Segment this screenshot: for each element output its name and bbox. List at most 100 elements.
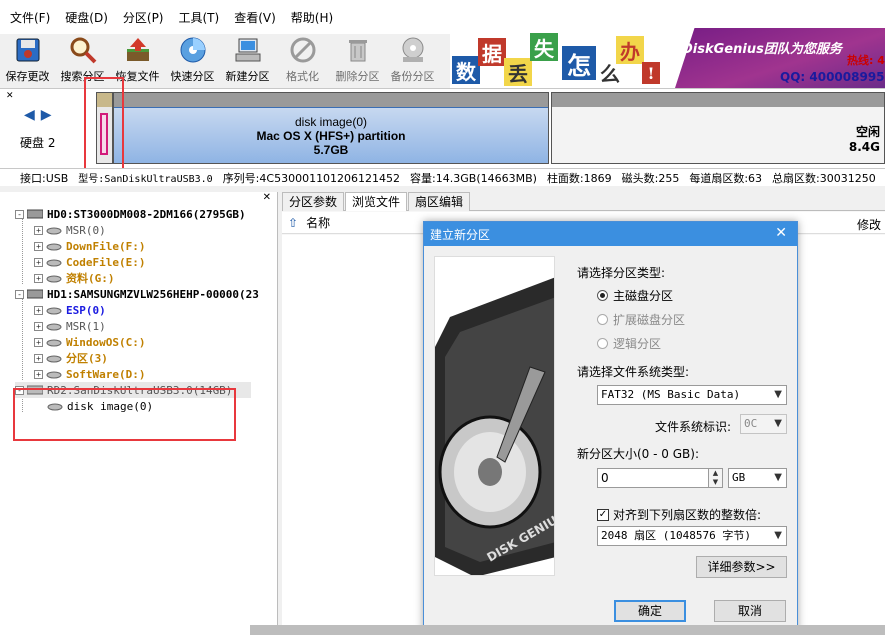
tab-sector-editor[interactable]: 扇区编辑	[408, 192, 471, 211]
info-sectors-per-track: 每道扇区数:63	[689, 171, 763, 185]
info-cylinders: 柱面数:1869	[546, 171, 612, 185]
banner-char-5: 怎	[562, 46, 596, 80]
expand-downfile-icon[interactable]: +	[34, 241, 43, 251]
save-changes-button[interactable]: 保存更改	[0, 34, 55, 88]
tree-node-msr1[interactable]: + MSR(1)	[34, 318, 106, 334]
partition-block-disk-image[interactable]: disk image(0) Mac OS X (HFS+) partition …	[113, 92, 549, 164]
chevron-down-icon: ▼	[774, 389, 782, 400]
tree-node-hd1[interactable]: - HD1:SAMSUNGMZVLW256HEHP-00000(23	[15, 286, 259, 302]
banner-char-8: !	[642, 62, 660, 84]
tree-node-codefile[interactable]: + CodeFile(E:)	[34, 254, 145, 270]
collapse-icon[interactable]: ✕	[6, 91, 14, 101]
free-space-block[interactable]: 空闲 8.4G	[551, 92, 885, 164]
format-label: 格式化	[286, 70, 319, 83]
disk-navigation-arrows[interactable]: ◀▶	[24, 107, 58, 123]
banner-char-2: 据	[478, 38, 506, 66]
hard-disk-icon	[27, 289, 43, 299]
banner-char-7: 办	[616, 36, 644, 64]
hard-disk-icon	[27, 209, 43, 219]
dialog-title-bar[interactable]: 建立新分区	[424, 222, 797, 246]
info-model: 型号:SanDiskUltraUSB3.0	[78, 174, 213, 185]
tree-node-downfile[interactable]: + DownFile(F:)	[34, 238, 145, 254]
tree-node-label: 分区(3)	[66, 352, 108, 365]
menu-help[interactable]: 帮助(H)	[291, 9, 333, 26]
tree-node-partition3[interactable]: + 分区(3)	[34, 350, 108, 366]
info-total-sectors: 总扇区数:30031250	[772, 171, 876, 185]
filesystem-id-select[interactable]: 0C ▼	[740, 414, 787, 434]
column-modified[interactable]: 修改	[857, 216, 881, 233]
recover-icon	[126, 38, 149, 61]
expand-msr0-icon[interactable]: +	[34, 225, 43, 235]
tree-node-label: MSR(1)	[66, 319, 106, 333]
info-capacity: 容量:14.3GB(14663MB)	[410, 171, 537, 185]
menu-partition[interactable]: 分区(P)	[123, 9, 164, 26]
tree-node-windowos[interactable]: + WindowOS(C:)	[34, 334, 145, 350]
quick-partition-button[interactable]: 快速分区	[165, 34, 220, 88]
tree-node-data[interactable]: + 资料(G:)	[34, 270, 115, 286]
save-icon	[16, 38, 39, 62]
menu-view[interactable]: 查看(V)	[234, 9, 276, 26]
tree-node-msr0[interactable]: + MSR(0)	[34, 222, 106, 238]
backup-partition-button[interactable]: 备份分区	[385, 34, 440, 88]
expand-software-icon[interactable]: +	[34, 369, 43, 379]
expand-partition3-icon[interactable]: +	[34, 353, 43, 363]
partition-icon	[46, 259, 62, 267]
annotation-highlight-box	[13, 388, 236, 441]
tree-node-hd0[interactable]: - HD0:ST3000DM008-2DM166(2795GB)	[15, 206, 246, 222]
align-sectors-checkbox[interactable]: ✓ 对齐到下列扇区数的整数倍:	[597, 506, 761, 523]
advertisement-banner[interactable]: 数 据 丢 失 怎 么 办 ! DiskGenius团队为您服务 热线: 400…	[450, 28, 885, 88]
horizontal-scrollbar[interactable]	[250, 625, 885, 635]
expand-windowos-icon[interactable]: +	[34, 337, 43, 347]
tree-node-software[interactable]: + SoftWare(D:)	[34, 366, 145, 382]
radio-primary-partition[interactable]: 主磁盘分区	[597, 287, 673, 304]
radio-logical-partition[interactable]: 逻辑分区	[597, 335, 661, 352]
cancel-button[interactable]: 取消	[714, 600, 786, 622]
ok-button[interactable]: 确定	[614, 600, 686, 622]
partition-icon	[46, 227, 62, 235]
tree-node-label: CodeFile(E:)	[66, 255, 146, 269]
format-button[interactable]: 格式化	[275, 34, 330, 88]
new-partition-label: 新建分区	[225, 70, 270, 83]
expand-codefile-icon[interactable]: +	[34, 257, 43, 267]
info-heads: 磁头数:255	[621, 171, 680, 185]
collapse-hd1-icon[interactable]: -	[15, 289, 24, 299]
up-folder-icon[interactable]: ⇧	[288, 216, 298, 230]
partition-icon	[46, 243, 62, 251]
tree-node-label: DownFile(F:)	[66, 239, 146, 253]
tree-node-esp[interactable]: + ESP(0)	[34, 302, 106, 318]
tree-node-label: MSR(0)	[66, 223, 106, 237]
expand-msr1-icon[interactable]: +	[34, 321, 43, 331]
radio-unselected-icon	[597, 338, 608, 349]
align-sectors-select[interactable]: 2048 扇区 (1048576 字节) ▼	[597, 526, 787, 546]
new-partition-button[interactable]: 新建分区	[220, 34, 275, 88]
disk-info-bar: 接口:USB 型号:SanDiskUltraUSB3.0 序列号:4C53000…	[0, 168, 885, 186]
menu-file[interactable]: 文件(F)	[10, 9, 50, 26]
partition-size-input[interactable]: 0	[597, 468, 709, 488]
toolbar: 保存更改 搜索分区 恢复文件 快速分区 新建分区 格式化 删除分区 备份分区	[0, 34, 450, 88]
radio-extended-partition[interactable]: 扩展磁盘分区	[597, 311, 685, 328]
annotation-highlight-box	[84, 77, 124, 170]
size-unit-select[interactable]: GB ▼	[728, 468, 787, 488]
menu-tools[interactable]: 工具(T)	[179, 9, 220, 26]
delete-partition-button[interactable]: 删除分区	[330, 34, 385, 88]
partition-size: 5.7GB	[313, 142, 349, 157]
filesystem-type-value: FAT32 (MS Basic Data)	[601, 388, 741, 401]
advanced-params-button[interactable]: 详细参数>>	[696, 556, 787, 578]
tab-browse-files[interactable]: 浏览文件	[345, 192, 408, 211]
tree-node-label: SoftWare(D:)	[66, 367, 146, 381]
expand-data-icon[interactable]: +	[34, 273, 43, 283]
partition-size-stepper[interactable]: ▲ ▼	[709, 468, 723, 488]
filesystem-id-value: 0C	[744, 417, 758, 430]
column-name[interactable]: 名称	[306, 214, 330, 231]
close-icon[interactable]: ✕	[775, 225, 787, 241]
collapse-hd0-icon[interactable]: -	[15, 209, 24, 219]
quick-partition-label: 快速分区	[170, 70, 215, 83]
filesystem-type-select[interactable]: FAT32 (MS Basic Data) ▼	[597, 385, 787, 405]
menu-disk[interactable]: 硬盘(D)	[65, 9, 108, 26]
close-panel-icon[interactable]: ✕	[263, 192, 271, 203]
tab-partition-params[interactable]: 分区参数	[282, 192, 345, 211]
disk-genius-illustration: DISK GENIUS	[434, 256, 555, 576]
partition-icon	[46, 371, 62, 379]
partition-icon	[46, 307, 62, 315]
expand-esp-icon[interactable]: +	[34, 305, 43, 315]
